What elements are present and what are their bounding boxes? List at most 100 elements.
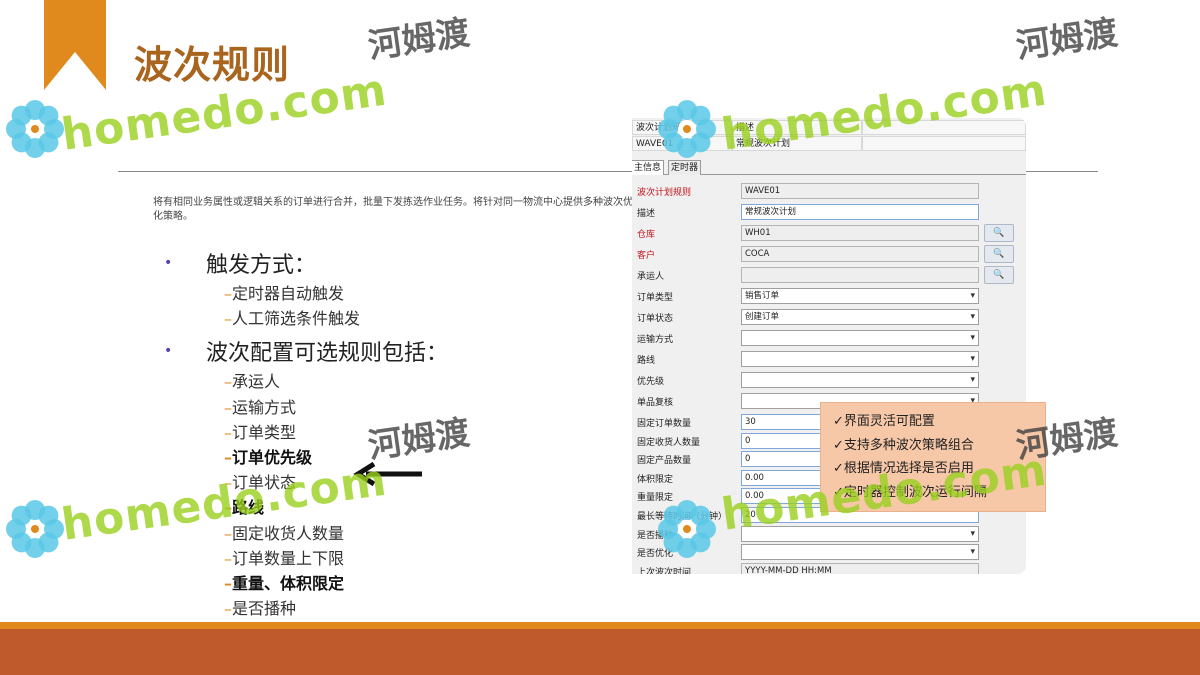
bullet-dot-icon: • (164, 343, 173, 360)
field-label: 上次波次时间 (637, 567, 692, 574)
field-label: 重量限定 (637, 493, 674, 504)
sub-item: –承运人 (224, 369, 448, 394)
field-label: 固定收货人数量 (637, 437, 701, 448)
lookup-button[interactable]: 🔍 (984, 224, 1014, 242)
bullet-dot-icon: • (164, 255, 173, 271)
dash: – (224, 372, 232, 392)
magnifier-icon: 🔍 (993, 228, 1005, 238)
form-row: 承运人 🔍 (632, 266, 1026, 284)
form-row: 波次计划规则 WAVE01 (632, 182, 1026, 200)
dash: – (224, 447, 232, 467)
sub-item-label: 订单类型 (232, 422, 297, 442)
header-col-rule: 波次计划规则 (632, 120, 732, 135)
trigger-sublist: –定时器自动触发 –人工筛选条件触发 (164, 281, 448, 331)
field-label: 是否播种 (637, 530, 674, 541)
field-dropdown[interactable]: 销售订单 (741, 288, 979, 304)
field-input[interactable]: 常规波次计划 (741, 204, 979, 220)
form-row: 订单类型 销售订单 (632, 287, 1026, 305)
dash: – (224, 498, 232, 518)
form-row: 客户 COCA 🔍 (632, 245, 1026, 263)
field-label: 波次计划规则 (637, 188, 692, 198)
sub-item-label: 订单优先级 (232, 447, 313, 467)
callout-item: ✓支持多种波次策略组合 (833, 437, 974, 453)
sub-item: –定时器自动触发 (224, 281, 448, 306)
field-dropdown[interactable] (741, 372, 979, 388)
bullet-list: • 触发方式： –定时器自动触发 –人工筛选条件触发 • 波次配置可选规则包括：… (164, 249, 448, 646)
sub-item-label: 人工筛选条件触发 (232, 309, 361, 329)
footer-band (0, 629, 1200, 675)
dash: – (224, 473, 232, 493)
sub-item-label: 路线 (232, 498, 265, 518)
lookup-button[interactable]: 🔍 (984, 245, 1014, 263)
field-dropdown[interactable] (741, 525, 979, 542)
form-tabs: 主信息 定时器 (632, 159, 1026, 175)
dash: – (224, 548, 232, 568)
bullet-rules: • 波次配置可选规则包括： (164, 337, 448, 366)
sub-item: –订单类型 (224, 420, 448, 445)
form-row: 路线 (632, 350, 1026, 368)
header-col-extra (862, 120, 1026, 135)
list-row-desc[interactable]: 常规波次计划 (732, 136, 862, 151)
callout-item: ✓定时器控制波次运行间隔 (833, 484, 987, 500)
dash: – (224, 599, 232, 619)
sub-item: –路线 (224, 495, 448, 520)
field-input[interactable]: YYYY-MM-DD HH:MM (741, 562, 979, 574)
form-row: 是否播种 (632, 525, 1026, 543)
sub-item: –运输方式 (224, 395, 448, 420)
sub-item-label: 重量、体积限定 (232, 573, 345, 593)
rule-list-header: 波次计划规则 描述 WAVE01 常规波次计划 (632, 118, 1026, 154)
watermark-cjk-text: 河姆渡 (365, 12, 473, 67)
bullet-trigger: • 触发方式： (164, 249, 448, 278)
field-label: 描述 (637, 209, 656, 219)
magnifier-icon: 🔍 (993, 249, 1005, 259)
field-label: 优先级 (637, 377, 665, 387)
field-label: 路线 (637, 356, 656, 366)
rules-sublist: –承运人 –运输方式 –订单类型 –订单优先级 –订单状态 –路线 –固定收货人… (164, 369, 448, 646)
sub-item-label: 固定收货人数量 (232, 523, 345, 543)
sub-item: –重量、体积限定 (224, 571, 448, 596)
field-dropdown[interactable] (741, 351, 979, 367)
field-input[interactable]: COCA (741, 246, 979, 262)
field-dropdown[interactable] (741, 544, 979, 561)
field-label: 承运人 (637, 272, 665, 282)
corner-tab-notch (44, 52, 106, 90)
sub-item: –人工筛选条件触发 (224, 306, 448, 331)
slide-title: 波次规则 (134, 43, 291, 87)
field-input[interactable]: WAVE01 (741, 183, 979, 199)
field-label: 运输方式 (637, 335, 674, 345)
dash: – (224, 573, 232, 593)
list-row-extra[interactable] (862, 136, 1026, 151)
field-label: 客户 (637, 251, 656, 261)
bullet-label: 触发方式： (206, 253, 317, 278)
magnifier-icon: 🔍 (993, 270, 1005, 280)
field-input[interactable] (741, 267, 979, 283)
form-row: 优先级 (632, 371, 1026, 389)
watermark-flower-icon (6, 100, 64, 158)
dash: – (224, 309, 232, 329)
field-input[interactable]: WH01 (741, 225, 979, 241)
field-dropdown[interactable]: 创建订单 (741, 309, 979, 325)
watermark-flower-icon (6, 500, 64, 558)
field-label: 单品复核 (637, 398, 674, 408)
sub-item-label: 承运人 (232, 372, 281, 392)
sub-item: –订单数量上下限 (224, 546, 448, 571)
sub-item-label: 订单状态 (232, 473, 297, 493)
header-col-desc: 描述 (732, 120, 862, 135)
form-row: 描述 常规波次计划 (632, 203, 1026, 221)
form-row: 是否优化 (632, 543, 1026, 561)
tab-timer[interactable]: 定时器 (668, 160, 702, 175)
dash: – (224, 397, 232, 417)
callout-item: ✓界面灵活可配置 (833, 414, 935, 429)
tab-main-info[interactable]: 主信息 (632, 160, 665, 175)
field-label: 订单类型 (637, 293, 674, 303)
form-row: 仓库 WH01 🔍 (632, 224, 1026, 242)
left-arrow-icon (353, 462, 422, 486)
watermark-cjk: 河姆渡 (1005, 5, 1121, 69)
list-row-rule[interactable]: WAVE01 (632, 136, 732, 151)
dash: – (224, 523, 232, 543)
field-label: 订单状态 (637, 314, 674, 324)
field-dropdown[interactable] (741, 330, 979, 346)
lookup-button[interactable]: 🔍 (984, 266, 1014, 284)
sub-item: –是否播种 (224, 596, 448, 621)
sub-item-label: 运输方式 (232, 397, 297, 417)
